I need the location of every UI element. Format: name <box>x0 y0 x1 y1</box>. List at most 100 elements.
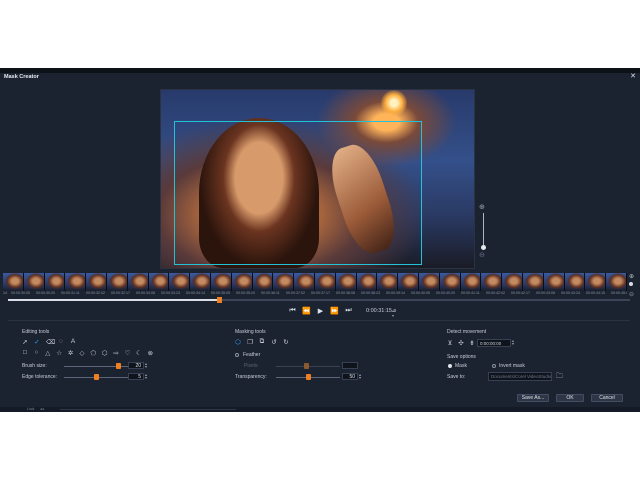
brush-size-input[interactable]: 20 <box>128 362 144 369</box>
filmstrip[interactable] <box>3 273 627 291</box>
filmstrip-frame[interactable] <box>481 273 503 291</box>
track-frame-icon[interactable]: ✣ <box>458 339 464 347</box>
filmstrip-frame[interactable] <box>564 273 586 291</box>
pentagon-icon[interactable]: ⬠ <box>90 349 97 357</box>
zoom-slider[interactable]: ⊕ ⊖ <box>479 203 489 323</box>
filmstrip-frame[interactable] <box>3 273 24 291</box>
heart-icon[interactable]: ♡ <box>125 349 131 357</box>
timecode-spinner[interactable]: ▴ ▾ <box>392 308 394 318</box>
folder-icon[interactable]: 🗀 <box>556 372 563 383</box>
undo-icon[interactable]: ↺ <box>271 338 277 346</box>
filmstrip-frame[interactable] <box>606 273 627 291</box>
zoom-out-icon[interactable]: ⊖ <box>479 251 485 259</box>
copy-mask-icon[interactable]: ❐ <box>247 338 253 346</box>
filmstrip-frame[interactable] <box>460 273 482 291</box>
detect-time-input[interactable]: 0:00:00:00 <box>477 339 511 347</box>
filmstrip-frame[interactable] <box>65 273 87 291</box>
brush-size-spinner[interactable]: ▴ ▾ <box>145 362 147 369</box>
previous-frame-icon[interactable]: ⏪ <box>302 307 311 315</box>
filmstrip-frame[interactable] <box>44 273 66 291</box>
scrub-bar[interactable] <box>8 297 630 303</box>
pixels-knob[interactable] <box>304 363 309 369</box>
video-preview[interactable] <box>160 89 475 269</box>
text-icon[interactable]: A <box>70 338 76 346</box>
filmstrip-frame[interactable] <box>522 273 544 291</box>
save-as-button[interactable]: Save As... <box>517 394 549 402</box>
diamond-icon[interactable]: ◇ <box>79 349 85 357</box>
filmstrip-frame[interactable] <box>169 273 191 291</box>
mask-shape-icon[interactable]: ⬡ <box>235 338 241 346</box>
save-to-input[interactable]: Documents\Corel VideoStudio Pro\21.0\Mas… <box>488 372 552 381</box>
redo-icon[interactable]: ↻ <box>283 338 289 346</box>
transparency-slider[interactable] <box>276 374 340 380</box>
filmstrip-frame[interactable] <box>252 273 274 291</box>
filmstrip-zoom-out-icon[interactable]: ⊖ <box>629 291 634 298</box>
paste-mask-icon[interactable]: ⧉ <box>259 338 265 346</box>
edge-tolerance-input[interactable]: 5 <box>128 373 144 380</box>
transparency-input[interactable]: 50 <box>342 373 358 380</box>
cancel-button[interactable]: Cancel <box>591 394 623 402</box>
filmstrip-frame[interactable] <box>377 273 399 291</box>
mask-selection-box[interactable] <box>174 121 422 265</box>
filmstrip-frame[interactable] <box>439 273 461 291</box>
filmstrip-frame[interactable] <box>148 273 170 291</box>
next-frame-icon[interactable]: ⏩ <box>330 307 339 315</box>
feather-checkbox[interactable] <box>235 353 239 357</box>
brush-size-slider[interactable] <box>64 363 128 369</box>
filmstrip-frame[interactable] <box>106 273 128 291</box>
pixels-slider[interactable] <box>276 363 340 369</box>
filmstrip-frame[interactable] <box>398 273 419 291</box>
arrow-shape-icon[interactable]: ⇨ <box>113 349 119 357</box>
pixels-input[interactable] <box>342 362 358 369</box>
filmstrip-frame[interactable] <box>314 273 336 291</box>
zoom-knob[interactable] <box>481 245 486 250</box>
close-icon[interactable]: ✕ <box>630 72 636 80</box>
pointer-icon[interactable]: ➚ <box>22 338 28 346</box>
smart-brush-icon[interactable]: ✓ <box>34 338 40 346</box>
play-icon[interactable]: ▶ <box>316 307 325 315</box>
filmstrip-frame[interactable] <box>294 273 315 291</box>
zoom-in-icon[interactable]: ⊕ <box>479 203 485 211</box>
crescent-icon[interactable]: ☾ <box>136 349 142 357</box>
clear-icon[interactable]: ⊗ <box>147 349 153 357</box>
filmstrip-zoom-in-icon[interactable]: ⊕ <box>629 273 634 280</box>
brush-size-knob[interactable] <box>115 363 121 369</box>
track-next-icon[interactable]: ⇟ <box>469 339 475 347</box>
ok-button[interactable]: OK <box>556 394 584 402</box>
filmstrip-frame[interactable] <box>190 273 211 291</box>
gear-shape-icon[interactable]: ✲ <box>68 349 74 357</box>
hexagon-icon[interactable]: ⬡ <box>102 349 108 357</box>
filmstrip-frame[interactable] <box>502 273 523 291</box>
filmstrip-zoom-knob[interactable] <box>629 282 633 286</box>
track-to-end-icon[interactable]: ⊻ <box>447 339 453 347</box>
scrub-knob[interactable] <box>217 297 222 303</box>
filmstrip-frame[interactable] <box>127 273 149 291</box>
filmstrip-frame[interactable] <box>273 273 295 291</box>
mask-radio[interactable] <box>448 364 452 368</box>
star-icon[interactable]: ☆ <box>56 349 62 357</box>
triangle-icon[interactable]: △ <box>45 349 51 357</box>
filmstrip-frame[interactable] <box>86 273 107 291</box>
go-to-end-icon[interactable]: ⏭ <box>344 307 353 315</box>
zoom-track[interactable] <box>483 213 484 245</box>
edge-tolerance-knob[interactable] <box>94 374 99 380</box>
invert-mask-radio[interactable] <box>492 364 496 368</box>
filmstrip-frame[interactable] <box>543 273 565 291</box>
filmstrip-frame[interactable] <box>231 273 253 291</box>
filmstrip-frame[interactable] <box>356 273 378 291</box>
filmstrip-frame[interactable] <box>335 273 357 291</box>
detect-time-spinner[interactable]: ▴ ▾ <box>512 339 514 346</box>
edge-tolerance-slider[interactable] <box>64 374 128 380</box>
rectangle-icon[interactable]: □ <box>22 349 28 357</box>
ellipse-icon[interactable]: ○ <box>33 349 39 357</box>
transparency-spinner[interactable]: ▴ ▾ <box>359 373 361 380</box>
filmstrip-frame[interactable] <box>23 273 45 291</box>
go-to-start-icon[interactable]: ⏮ <box>288 307 297 315</box>
eraser-icon[interactable]: ⌫ <box>46 338 55 346</box>
transparency-knob[interactable] <box>306 374 311 380</box>
bottom-bar-nav-icon[interactable]: ◂ ▸ <box>40 407 45 411</box>
filmstrip-frame[interactable] <box>210 273 232 291</box>
edge-tolerance-spinner[interactable]: ▴ ▾ <box>145 373 147 380</box>
filmstrip-frame[interactable] <box>585 273 607 291</box>
lasso-icon[interactable]: ◌ <box>58 338 64 346</box>
